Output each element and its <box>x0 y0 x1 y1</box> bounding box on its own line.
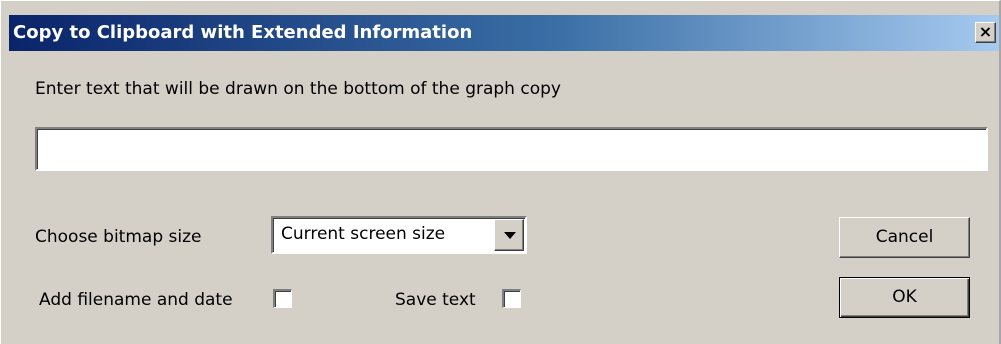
bitmap-size-label: Choose bitmap size <box>35 227 202 247</box>
cancel-button[interactable]: Cancel <box>839 217 970 258</box>
graph-text-input[interactable] <box>35 127 988 171</box>
save-text-label: Save text <box>395 290 476 310</box>
dialog-title: Copy to Clipboard with Extended Informat… <box>13 22 473 43</box>
add-filename-checkbox[interactable] <box>273 289 292 308</box>
bitmap-size-value: Current screen size <box>281 224 446 244</box>
chevron-down-icon <box>504 232 516 239</box>
add-filename-label: Add filename and date <box>39 290 233 310</box>
title-bar[interactable]: Copy to Clipboard with Extended Informat… <box>9 15 999 51</box>
ok-button[interactable]: OK <box>839 277 970 318</box>
prompt-label: Enter text that will be drawn on the bot… <box>35 79 561 99</box>
dropdown-button[interactable] <box>494 219 524 251</box>
close-icon: × <box>978 22 993 41</box>
close-button[interactable]: × <box>975 22 996 43</box>
save-text-checkbox[interactable] <box>502 289 521 308</box>
bitmap-size-select[interactable]: Current screen size <box>271 216 527 254</box>
dialog-window: Copy to Clipboard with Extended Informat… <box>0 0 1001 344</box>
